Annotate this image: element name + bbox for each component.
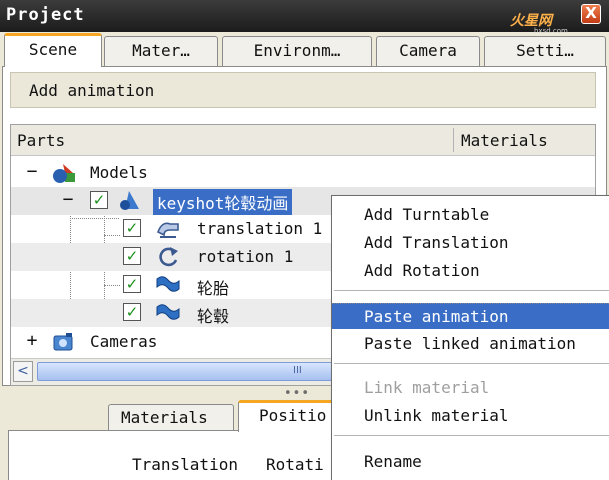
menu-item-label: Unlink material — [364, 406, 509, 425]
tree-header: Parts Materials — [11, 125, 595, 156]
collapse-toggle[interactable]: − — [61, 191, 75, 209]
menu-item-label: Add Turntable — [364, 205, 490, 224]
part-group-icon — [117, 189, 143, 213]
rotation-icon — [155, 245, 181, 269]
menu-item-unlink-material[interactable]: Unlink material — [332, 403, 609, 429]
tree-label: Models — [90, 163, 148, 182]
context-menu: Add Turntable Add Translation Add Rotati… — [331, 195, 609, 480]
translation-label: Translation — [132, 455, 238, 474]
scroll-grip-icon: III — [293, 365, 302, 376]
column-divider[interactable] — [453, 128, 454, 152]
column-header-parts[interactable]: Parts — [17, 131, 65, 150]
visibility-checkbox[interactable]: ✓ — [123, 219, 141, 237]
visibility-checkbox[interactable]: ✓ — [123, 303, 141, 321]
panel-splitter[interactable]: ••• — [284, 386, 310, 401]
scroll-left-arrow[interactable]: < — [13, 361, 33, 382]
menu-item-add-translation[interactable]: Add Translation — [332, 230, 609, 256]
watermark-url: hxsd.com — [534, 27, 568, 35]
close-button[interactable]: X — [581, 4, 601, 24]
tree-label: rotation 1 — [197, 247, 294, 266]
tree-label: 轮胎 — [197, 279, 230, 298]
tab-materials[interactable]: Mater… — [104, 36, 218, 66]
menu-separator — [334, 363, 609, 364]
tree-label: translation 1 — [197, 219, 323, 238]
menu-item-paste-animation[interactable]: Paste animation — [332, 303, 609, 329]
menu-item-add-rotation[interactable]: Add Rotation — [332, 258, 609, 284]
menu-item-label: Add Rotation — [364, 261, 480, 280]
visibility-checkbox[interactable]: ✓ — [90, 191, 108, 209]
column-header-materials[interactable]: Materials — [461, 131, 548, 150]
menu-item-label: Paste linked animation — [364, 334, 576, 353]
translation-icon — [155, 217, 181, 241]
tab-materials-bottom[interactable]: Materials — [108, 404, 234, 432]
tab-scene[interactable]: Scene — [4, 33, 102, 67]
collapse-toggle[interactable]: − — [25, 163, 39, 181]
title-bar: Project 火星网 hxsd.com X — [0, 0, 609, 35]
tab-environment[interactable]: Environm… — [222, 36, 372, 66]
menu-separator — [334, 290, 609, 291]
expand-toggle[interactable]: + — [25, 332, 39, 350]
menu-item-label: Paste animation — [364, 307, 509, 326]
mesh-icon — [155, 301, 181, 325]
camera-icon — [51, 330, 77, 354]
add-animation-button[interactable]: Add animation — [29, 81, 154, 100]
menu-item-paste-linked-animation[interactable]: Paste linked animation — [332, 331, 609, 357]
menu-item-rename[interactable]: Rename — [332, 449, 609, 475]
tree-row-models[interactable]: − Models — [11, 159, 595, 187]
menu-item-label: Add Translation — [364, 233, 509, 252]
mesh-icon — [155, 273, 181, 297]
visibility-checkbox[interactable]: ✓ — [123, 247, 141, 265]
models-icon — [51, 161, 77, 185]
rotation-label: Rotati — [266, 455, 324, 474]
tab-settings[interactable]: Setti… — [484, 36, 606, 66]
visibility-checkbox[interactable]: ✓ — [123, 275, 141, 293]
menu-item-label: Link material — [364, 378, 490, 397]
menu-separator — [334, 435, 609, 436]
tree-label: Cameras — [90, 332, 158, 351]
menu-item-add-turntable[interactable]: Add Turntable — [332, 202, 609, 228]
tree-label: 轮毂 — [197, 307, 230, 326]
menu-item-label: Rename — [364, 452, 422, 471]
window-title: Project — [6, 5, 85, 25]
animation-toolbar: Add animation — [10, 72, 596, 108]
tab-camera[interactable]: Camera — [376, 36, 480, 66]
tree-label[interactable]: keyshot轮毂动画 — [153, 189, 293, 215]
menu-item-link-material: Link material — [332, 375, 609, 401]
